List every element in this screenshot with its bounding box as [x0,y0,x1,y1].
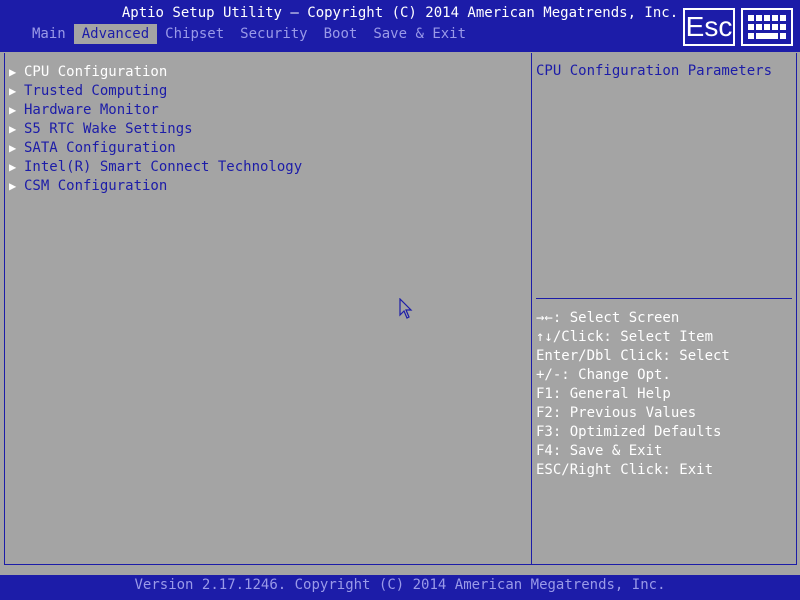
key-help-line: F1: General Help [536,386,671,402]
keyboard-icon [748,15,786,39]
submenu-arrow-icon: ▶ [9,179,17,193]
app-title: Aptio Setup Utility – Copyright (C) 2014… [0,5,800,21]
key-help-list: →←: Select Screen ↑↓/Click: Select Item … [536,309,730,480]
menu-item-csm-configuration[interactable]: ▶ CSM Configuration [9,177,302,196]
menu-item-label: CPU Configuration [24,64,168,80]
submenu-arrow-icon: ▶ [9,84,17,98]
menu-item-smart-connect[interactable]: ▶ Intel(R) Smart Connect Technology [9,158,302,177]
keyboard-button[interactable] [741,8,793,46]
menu-item-label: Hardware Monitor [24,102,159,118]
menu-item-hardware-monitor[interactable]: ▶ Hardware Monitor [9,101,302,120]
submenu-arrow-icon: ▶ [9,65,17,79]
menu-item-label: SATA Configuration [24,140,176,156]
key-help-line: F4: Save & Exit [536,443,663,459]
submenu-arrow-icon: ▶ [9,141,17,155]
menu-item-label: CSM Configuration [24,178,168,194]
esc-label: Esc [685,11,733,42]
key-help-line: →←: Select Screen [536,310,680,326]
menu-item-label: Trusted Computing [24,83,168,99]
version-text: Version 2.17.1246. Copyright (C) 2014 Am… [134,577,666,593]
submenu-arrow-icon: ▶ [9,160,17,174]
menu-item-label: Intel(R) Smart Connect Technology [24,159,303,175]
submenu-arrow-icon: ▶ [9,103,17,117]
mouse-pointer-icon [399,298,413,319]
app-title-text: Aptio Setup Utility – Copyright (C) 2014… [121,5,679,21]
tab-save-exit[interactable]: Save & Exit [365,24,474,44]
tab-main[interactable]: Main [24,24,74,44]
tab-chipset[interactable]: Chipset [157,24,232,44]
tab-security[interactable]: Security [232,24,315,44]
menu-item-cpu-configuration[interactable]: ▶ CPU Configuration [9,63,302,82]
key-help-line: Enter/Dbl Click: Select [536,348,730,364]
key-help-line: F3: Optimized Defaults [536,424,722,440]
help-panel: CPU Configuration Parameters →←: Select … [531,53,797,565]
menu-item-label: S5 RTC Wake Settings [24,121,193,137]
footer-bar: Version 2.17.1246. Copyright (C) 2014 Am… [0,575,800,600]
help-divider [536,298,792,299]
tab-bar: Main Advanced Chipset Security Boot Save… [24,24,474,44]
tab-advanced[interactable]: Advanced [73,24,158,44]
tab-boot[interactable]: Boot [316,24,366,44]
key-help-line: F2: Previous Values [536,405,697,421]
key-help-line: ESC/Right Click: Exit [536,462,714,478]
header-bar: Aptio Setup Utility – Copyright (C) 2014… [0,0,800,52]
settings-panel: ▶ CPU Configuration ▶ Trusted Computing ▶ H… [4,53,532,565]
submenu-arrow-icon: ▶ [9,122,17,136]
help-text: CPU Configuration Parameters [536,63,773,79]
menu-item-sata-configuration[interactable]: ▶ SATA Configuration [9,139,302,158]
esc-button[interactable]: Esc [683,8,735,46]
key-help-line: +/-: Change Opt. [536,367,671,383]
advanced-menu: ▶ CPU Configuration ▶ Trusted Computing ▶ H… [9,63,302,196]
key-help-line: ↑↓/Click: Select Item [536,329,714,345]
menu-item-trusted-computing[interactable]: ▶ Trusted Computing [9,82,302,101]
menu-item-s5-rtc-wake[interactable]: ▶ S5 RTC Wake Settings [9,120,302,139]
